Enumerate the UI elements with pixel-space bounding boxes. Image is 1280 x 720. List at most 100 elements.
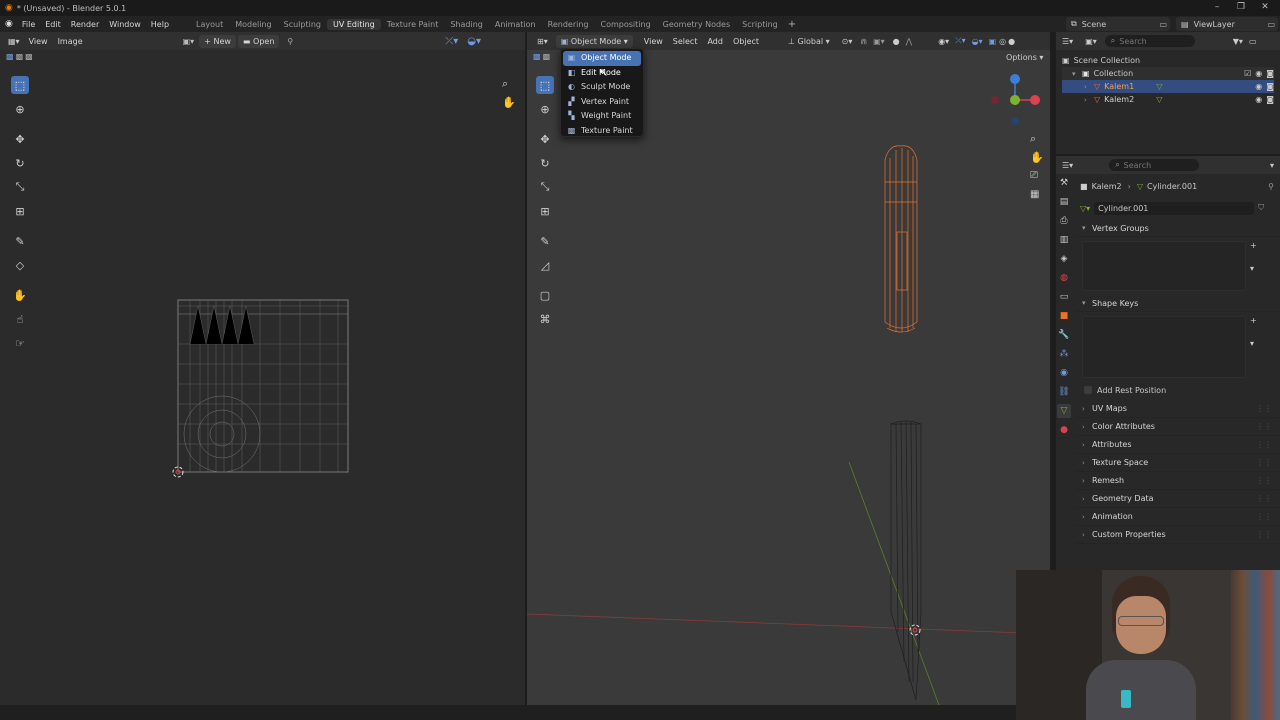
copy-scene-icon[interactable]: ▭: [1159, 20, 1170, 29]
uv-editor[interactable]: ▦▾ View Image ▣▾ + New ▬ Open ⚲ ⤫▾ ◒▾ ▩ …: [0, 32, 525, 705]
collection-checkbox-icon[interactable]: ☑: [1244, 69, 1251, 78]
scene-collection-row[interactable]: ▣ Scene Collection: [1062, 54, 1274, 67]
uv-sync-selection-icon[interactable]: ⤫▾: [445, 36, 458, 47]
workspace-tab-compositing[interactable]: Compositing: [595, 19, 657, 30]
workspace-tab-rendering[interactable]: Rendering: [542, 19, 595, 30]
properties-editor-type-icon[interactable]: ☰▾: [1062, 161, 1073, 170]
add-rest-position-checkbox[interactable]: [1084, 386, 1092, 394]
uv-image-menu[interactable]: Image: [53, 37, 88, 46]
collection-expand-icon[interactable]: ▾: [1072, 70, 1082, 78]
workspace-tab-geometry-nodes[interactable]: Geometry Nodes: [657, 19, 736, 30]
menu-window[interactable]: Window: [104, 20, 146, 29]
pan-icon[interactable]: ✋: [502, 96, 516, 109]
object-expand-icon[interactable]: ›: [1084, 96, 1094, 104]
rip-tool-icon[interactable]: ◇: [11, 256, 29, 274]
render-tab-icon[interactable]: ▤: [1057, 195, 1071, 209]
output-tab-icon[interactable]: ⎙: [1057, 214, 1071, 228]
blender-menu-icon[interactable]: ◉: [0, 19, 17, 29]
minimize-button[interactable]: –: [1206, 0, 1228, 16]
uv-overlays-icon[interactable]: ◒▾: [467, 36, 481, 47]
outliner-editor-type-icon[interactable]: ☰▾: [1062, 37, 1073, 46]
object-visibility-icon[interactable]: ◉: [1255, 82, 1262, 91]
annotate-tool-icon[interactable]: ✎: [11, 232, 29, 250]
scene-tab-icon[interactable]: ◈: [1057, 252, 1071, 266]
vertex-group-specials-icon[interactable]: ▾: [1250, 264, 1257, 273]
section-uv-maps[interactable]: › UV Maps ⋮⋮: [1076, 400, 1280, 418]
material-tab-icon[interactable]: ●: [1057, 423, 1071, 437]
select-box-tool-icon[interactable]: ⬚: [11, 76, 29, 94]
select-subtract-icon[interactable]: ▩: [25, 52, 33, 61]
physics-tab-icon[interactable]: ◉: [1057, 366, 1071, 380]
tool-tab-icon[interactable]: ⚒: [1057, 176, 1071, 190]
mode-option-object-mode[interactable]: ▣ Object Mode: [563, 51, 641, 66]
outliner-object-row[interactable]: › ▽ Kalem2 ▽ ◉ ◙: [1062, 93, 1274, 106]
rotate-tool-icon[interactable]: ↻: [11, 154, 29, 172]
section-drag-handle-icon[interactable]: ⋮⋮: [1256, 476, 1272, 485]
workspace-tab-modeling[interactable]: Modeling: [229, 19, 277, 30]
section-drag-handle-icon[interactable]: ⋮⋮: [1256, 404, 1272, 413]
object-render-icon[interactable]: ◙: [1266, 82, 1274, 91]
collection-tab-icon[interactable]: ▭: [1057, 290, 1071, 304]
section-drag-handle-icon[interactable]: ⋮⋮: [1256, 440, 1272, 449]
menu-edit[interactable]: Edit: [40, 20, 66, 29]
object-expand-icon[interactable]: ›: [1084, 83, 1094, 91]
section-drag-handle-icon[interactable]: ⋮⋮: [1256, 530, 1272, 539]
outliner-search-input[interactable]: ⌕ Search: [1104, 35, 1195, 47]
new-collection-icon[interactable]: ▭: [1249, 37, 1257, 46]
workspace-tab-sculpting[interactable]: Sculpting: [278, 19, 327, 30]
section-drag-handle-icon[interactable]: ⋮⋮: [1256, 422, 1272, 431]
scene-selector[interactable]: ⧉ Scene ▭: [1066, 17, 1170, 31]
add-rest-position-row[interactable]: Add Rest Position: [1076, 382, 1280, 398]
menu-file[interactable]: File: [17, 20, 40, 29]
section-drag-handle-icon[interactable]: ⋮⋮: [1256, 494, 1272, 503]
move-tool-icon[interactable]: ✥: [11, 130, 29, 148]
outliner-display-mode-icon[interactable]: ▣▾: [1085, 37, 1097, 46]
add-shape-key-icon[interactable]: +: [1250, 316, 1257, 325]
copy-view-layer-icon[interactable]: ▭: [1267, 20, 1278, 29]
mesh-browse-icon[interactable]: ▽▾: [1080, 204, 1090, 213]
section-custom-properties[interactable]: › Custom Properties ⋮⋮: [1076, 526, 1280, 544]
modifier-tab-icon[interactable]: 🔧: [1057, 328, 1071, 342]
menu-render[interactable]: Render: [66, 20, 104, 29]
object-render-icon[interactable]: ◙: [1266, 95, 1274, 104]
section-remesh[interactable]: › Remesh ⋮⋮: [1076, 472, 1280, 490]
cursor-tool-icon[interactable]: ⊕: [11, 100, 29, 118]
workspace-tab-shading[interactable]: Shading: [444, 19, 489, 30]
workspace-tab-uv-editing[interactable]: UV Editing: [326, 18, 381, 30]
transform-tool-icon[interactable]: ⊞: [11, 202, 29, 220]
editor-type-icon[interactable]: ▦▾: [0, 37, 24, 46]
mode-option-texture-paint[interactable]: ▩ Texture Paint: [563, 124, 641, 139]
collection-visibility-icon[interactable]: ◉: [1255, 69, 1262, 78]
world-tab-icon[interactable]: ◍: [1057, 271, 1071, 285]
section-animation[interactable]: › Animation ⋮⋮: [1076, 508, 1280, 526]
pinch-tool-icon[interactable]: ☞: [11, 334, 29, 352]
pin-icon[interactable]: ⚲: [287, 37, 293, 46]
object-data-icon[interactable]: ▽: [1156, 82, 1162, 91]
section-drag-handle-icon[interactable]: ⋮⋮: [1256, 512, 1272, 521]
object-data-icon[interactable]: ▽: [1156, 95, 1162, 104]
zoom-icon[interactable]: ⌕: [502, 77, 508, 91]
add-workspace-button[interactable]: +: [788, 19, 796, 30]
collection-render-icon[interactable]: ◙: [1266, 69, 1274, 78]
add-vertex-group-icon[interactable]: +: [1250, 241, 1257, 250]
particles-tab-icon[interactable]: ⁂: [1057, 347, 1071, 361]
section-drag-handle-icon[interactable]: ⋮⋮: [1256, 458, 1272, 467]
mode-option-vertex-paint[interactable]: ▞ Vertex Paint: [563, 95, 641, 110]
shape-keys-list[interactable]: [1082, 316, 1246, 378]
select-extend-icon[interactable]: ▩: [16, 52, 24, 61]
section-color-attributes[interactable]: › Color Attributes ⋮⋮: [1076, 418, 1280, 436]
select-new-icon[interactable]: ▩: [6, 52, 14, 61]
restore-button[interactable]: ❐: [1230, 0, 1252, 16]
object-tab-icon[interactable]: ■: [1057, 309, 1071, 323]
mode-option-weight-paint[interactable]: ▚ Weight Paint: [563, 109, 641, 124]
collection-row[interactable]: ▾ ▣ Collection ☑ ◉ ◙: [1062, 67, 1274, 80]
data-tab-icon[interactable]: ▽: [1057, 404, 1071, 418]
close-button[interactable]: ✕: [1254, 0, 1276, 16]
section-attributes[interactable]: › Attributes ⋮⋮: [1076, 436, 1280, 454]
shape-keys-header[interactable]: ▾ Shape Keys: [1076, 295, 1280, 312]
image-browse-icon[interactable]: ▣▾: [183, 37, 195, 46]
outliner-object-row[interactable]: › ▽ Kalem1 ▽ ◉ ◙: [1062, 80, 1274, 93]
uv-view-menu[interactable]: View: [24, 37, 53, 46]
new-image-button[interactable]: + New: [199, 34, 236, 48]
vertex-groups-list[interactable]: [1082, 241, 1246, 291]
